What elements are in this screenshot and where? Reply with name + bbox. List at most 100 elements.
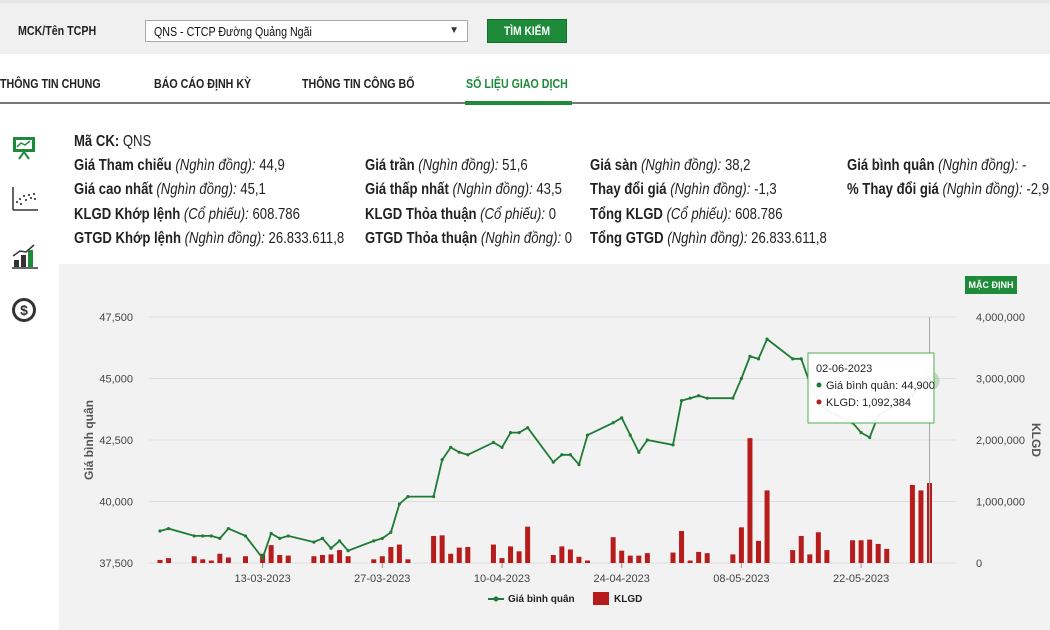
price-point[interactable] [620, 416, 624, 420]
volume-bar[interactable] [850, 540, 856, 563]
price-point[interactable] [406, 494, 410, 499]
volume-bar[interactable] [396, 544, 402, 563]
volume-bar[interactable] [815, 532, 821, 563]
volume-bar[interactable] [439, 535, 445, 563]
volume-bar[interactable] [798, 535, 804, 563]
volume-bar[interactable] [345, 556, 351, 563]
price-point[interactable] [611, 421, 615, 425]
volume-bar[interactable] [191, 556, 197, 563]
volume-bar[interactable] [807, 554, 813, 563]
price-point[interactable] [380, 536, 384, 541]
volume-bar[interactable] [875, 543, 881, 563]
legend-price-label[interactable]: Giá bình quân [508, 594, 575, 605]
volume-bar[interactable] [431, 535, 437, 563]
price-point[interactable] [705, 396, 709, 400]
presentation-chart-icon[interactable] [10, 133, 40, 161]
price-point[interactable] [278, 536, 282, 541]
price-point[interactable] [491, 440, 496, 445]
price-point[interactable] [218, 536, 222, 541]
volume-bar[interactable] [225, 557, 231, 563]
price-point[interactable] [440, 458, 444, 462]
volume-bar[interactable] [610, 537, 616, 563]
price-point[interactable] [568, 453, 573, 457]
volume-bar[interactable] [679, 531, 685, 563]
price-point[interactable] [320, 536, 325, 541]
price-point[interactable] [389, 530, 393, 534]
tab-thong-tin-cong-bo[interactable]: THÔNG TIN CÔNG BỐ [302, 76, 415, 91]
volume-bar[interactable] [730, 554, 736, 563]
price-point[interactable] [209, 534, 213, 538]
tab-thong-tin-chung[interactable]: THÔNG TIN CHUNG [0, 76, 101, 91]
volume-bar[interactable] [243, 556, 248, 563]
price-point[interactable] [312, 540, 316, 544]
volume-bar[interactable] [499, 558, 505, 563]
volume-bar[interactable] [328, 554, 334, 563]
price-point[interactable] [637, 450, 641, 454]
volume-bar[interactable] [490, 544, 496, 563]
volume-bar[interactable] [166, 558, 172, 563]
price-point[interactable] [560, 453, 564, 457]
volume-bar[interactable] [277, 555, 283, 563]
default-view-button[interactable]: MẶC ĐỊNH [965, 276, 1017, 294]
price-point[interactable] [226, 526, 230, 531]
volume-bar[interactable] [884, 548, 890, 563]
tab-bao-cao-dinh-ky[interactable]: BÁO CÁO ĐỊNH KỲ [154, 76, 251, 91]
volume-bar[interactable] [909, 484, 915, 563]
volume-bar[interactable] [824, 550, 830, 563]
volume-bar[interactable] [525, 526, 531, 563]
price-point[interactable] [799, 357, 803, 361]
volume-bar[interactable] [465, 547, 471, 563]
volume-bar[interactable] [704, 553, 710, 563]
volume-bar[interactable] [448, 553, 454, 563]
price-point[interactable] [791, 357, 795, 361]
volume-bar[interactable] [405, 559, 411, 563]
price-point[interactable] [158, 529, 162, 533]
price-point[interactable] [449, 445, 453, 449]
volume-bar[interactable] [508, 546, 514, 563]
volume-bar[interactable] [516, 551, 522, 563]
volume-bar[interactable] [567, 549, 573, 563]
volume-bar[interactable] [756, 540, 761, 563]
price-point[interactable] [577, 463, 581, 467]
price-point[interactable] [432, 494, 436, 499]
volume-bar[interactable] [636, 555, 642, 563]
volume-bar[interactable] [585, 560, 590, 563]
price-point[interactable] [243, 534, 248, 538]
volume-bar[interactable] [687, 560, 693, 563]
volume-bar[interactable] [790, 550, 796, 563]
company-select[interactable]: QNS - CTCP Đường Quảng Ngãi ▼ [145, 20, 468, 42]
price-point[interactable] [679, 399, 684, 403]
price-point[interactable] [346, 549, 350, 553]
price-point[interactable] [508, 431, 513, 435]
price-point[interactable] [201, 534, 205, 538]
price-point[interactable] [286, 534, 290, 538]
price-point[interactable] [192, 534, 196, 538]
volume-bar[interactable] [858, 540, 864, 563]
volume-bar[interactable] [559, 546, 565, 563]
volume-bar[interactable] [627, 555, 633, 563]
volume-bar[interactable] [867, 539, 873, 563]
volume-bar[interactable] [379, 556, 385, 563]
price-point[interactable] [337, 539, 342, 543]
price-point[interactable] [457, 450, 461, 454]
price-point[interactable] [517, 431, 521, 435]
price-point[interactable] [526, 426, 530, 430]
search-button[interactable]: TÌM KIẾM [487, 19, 567, 43]
volume-bar[interactable] [388, 547, 394, 563]
volume-bar[interactable] [157, 559, 163, 563]
price-point[interactable] [645, 438, 649, 442]
price-point[interactable] [859, 431, 863, 435]
scatter-chart-icon[interactable] [10, 185, 40, 213]
price-point[interactable] [628, 433, 632, 437]
price-point[interactable] [765, 337, 769, 341]
dollar-circle-icon[interactable]: $ [10, 296, 40, 324]
volume-bar[interactable] [319, 555, 325, 563]
volume-bar[interactable] [311, 556, 317, 563]
price-point[interactable] [261, 556, 265, 560]
volume-bar[interactable] [456, 547, 462, 563]
price-point[interactable] [329, 546, 333, 550]
tab-so-lieu-giao-dich[interactable]: SỐ LIỆU GIAO DỊCH [466, 76, 568, 91]
price-point[interactable] [697, 394, 701, 398]
price-point[interactable] [269, 531, 273, 536]
price-point[interactable] [688, 396, 692, 400]
